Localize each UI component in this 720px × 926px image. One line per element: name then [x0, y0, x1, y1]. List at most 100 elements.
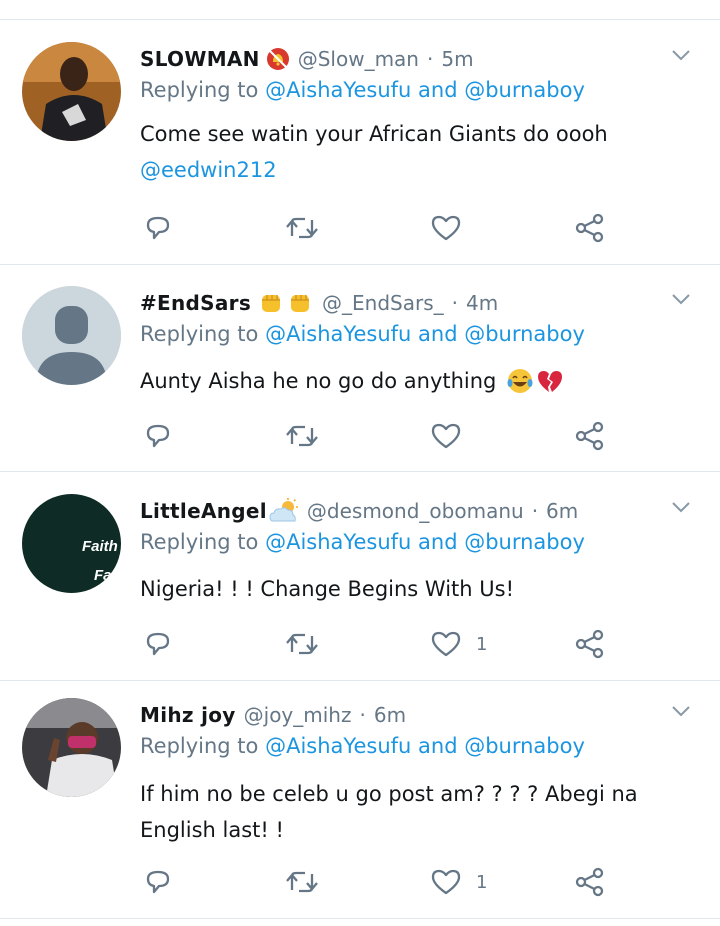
mention-link[interactable]: @burnaboy [464, 322, 585, 346]
share-icon [575, 867, 604, 897]
share-button[interactable] [574, 624, 606, 664]
separator-dot: · [531, 499, 539, 523]
share-button[interactable] [574, 862, 606, 902]
and-text: and [418, 734, 458, 758]
retweet-icon [286, 217, 318, 239]
tweet-text-line: Nigeria! ! ! Change Begins With Us! [140, 577, 514, 601]
mention-link[interactable]: @burnaboy [464, 734, 585, 758]
no-bell-icon [266, 47, 290, 71]
mention-link[interactable]: @eedwin212 [140, 152, 700, 188]
replying-to-label: Replying to [140, 78, 259, 102]
timestamp[interactable]: 5m [441, 47, 473, 71]
tweet-text-line: English last! ! [140, 818, 284, 842]
like-button[interactable] [430, 208, 476, 248]
replying-to: Replying to @AishaYesufu and @burnaboy [140, 530, 585, 554]
and-text: and [418, 530, 458, 554]
share-icon [575, 421, 604, 451]
reply-button[interactable] [142, 208, 174, 248]
tweet[interactable]: #EndSars @_EndSars_ · 4m Replying to @Ai… [0, 286, 720, 470]
share-icon [575, 629, 604, 659]
heart-icon [431, 869, 461, 895]
timestamp[interactable]: 6m [546, 499, 578, 523]
separator-dot: · [426, 47, 434, 71]
chevron-down-icon[interactable] [670, 288, 692, 310]
share-icon [575, 213, 604, 243]
divider [0, 680, 720, 681]
replying-to: Replying to @AishaYesufu and @burnaboy [140, 734, 585, 758]
divider [0, 918, 720, 919]
tweet-text: Nigeria! ! ! Change Begins With Us! [140, 574, 700, 604]
replying-to-label: Replying to [140, 734, 259, 758]
avatar[interactable] [22, 698, 121, 797]
separator-dot: · [451, 291, 459, 315]
reply-button[interactable] [142, 624, 174, 664]
like-button[interactable]: 1 [430, 624, 487, 664]
tweet[interactable]: Faith Fa LittleAngel @desmond_obomanu · … [0, 494, 720, 678]
and-text: and [418, 78, 458, 102]
sun-behind-cloud-icon [269, 497, 299, 525]
mention-link[interactable]: @AishaYesufu [265, 530, 411, 554]
retweet-button[interactable] [284, 862, 320, 902]
action-bar [0, 208, 720, 248]
tweet-text: Come see watin your African Giants do oo… [140, 116, 700, 188]
chevron-down-icon[interactable] [670, 496, 692, 518]
tweet-text: Aunty Aisha he no go do anything [140, 366, 700, 396]
tweet-text-line: Aunty Aisha he no go do anything [140, 369, 497, 393]
timestamp[interactable]: 6m [374, 703, 406, 727]
display-name[interactable]: #EndSars [140, 291, 251, 315]
mention-link[interactable]: @AishaYesufu [265, 78, 411, 102]
replying-to: Replying to @AishaYesufu and @burnaboy [140, 322, 585, 346]
retweet-button[interactable] [284, 416, 320, 456]
like-button[interactable] [430, 416, 476, 456]
like-count: 1 [476, 871, 488, 893]
chevron-down-icon[interactable] [670, 700, 692, 722]
replying-to: Replying to @AishaYesufu and @burnaboy [140, 78, 585, 102]
avatar[interactable] [22, 286, 121, 385]
timestamp[interactable]: 4m [466, 291, 498, 315]
heart-icon [431, 631, 461, 657]
mention-link[interactable]: @AishaYesufu [265, 322, 411, 346]
like-count: 1 [476, 633, 488, 655]
divider [0, 264, 720, 265]
chevron-down-icon[interactable] [670, 44, 692, 66]
retweet-icon [286, 633, 318, 655]
mention-link[interactable]: @burnaboy [464, 78, 585, 102]
raised-fist-icon [257, 289, 285, 317]
reply-icon [146, 632, 170, 656]
share-button[interactable] [574, 416, 606, 456]
tweet-text-line: If him no be celeb u go post am? ? ? ? A… [140, 782, 638, 806]
reply-icon [146, 870, 170, 894]
reply-icon [146, 216, 170, 240]
avatar-text: Fa [94, 567, 112, 584]
avatar-text: Faith [82, 538, 118, 555]
username[interactable]: @_EndSars_ [322, 291, 444, 315]
like-button[interactable]: 1 [430, 862, 487, 902]
mention-link[interactable]: @AishaYesufu [265, 734, 411, 758]
retweet-button[interactable] [284, 208, 320, 248]
broken-heart-icon [536, 367, 564, 395]
display-name[interactable]: LittleAngel [140, 499, 267, 523]
replying-to-label: Replying to [140, 530, 259, 554]
retweet-button[interactable] [284, 624, 320, 664]
username[interactable]: @joy_mihz [244, 703, 352, 727]
tweet[interactable]: Mihz joy @joy_mihz · 6m Replying to @Ais… [0, 698, 720, 916]
divider [0, 19, 720, 20]
action-bar: 1 [0, 862, 720, 902]
share-button[interactable] [574, 208, 606, 248]
reply-button[interactable] [142, 416, 174, 456]
retweet-icon [286, 871, 318, 893]
avatar[interactable] [22, 42, 121, 141]
display-name[interactable]: Mihz joy [140, 703, 236, 727]
separator-dot: · [359, 703, 366, 727]
display-name[interactable]: SLOWMAN [140, 47, 260, 71]
username[interactable]: @desmond_obomanu [307, 499, 524, 523]
reply-button[interactable] [142, 862, 174, 902]
tweet[interactable]: SLOWMAN @Slow_man · 5m Replying to @Aish… [0, 42, 720, 262]
mention-link[interactable]: @burnaboy [464, 530, 585, 554]
tweet-text: If him no be celeb u go post am? ? ? ? A… [140, 776, 700, 848]
raised-fist-icon [286, 289, 314, 317]
action-bar: 1 [0, 624, 720, 664]
username[interactable]: @Slow_man [298, 47, 419, 71]
divider [0, 471, 720, 472]
avatar[interactable]: Faith Fa [22, 494, 121, 593]
